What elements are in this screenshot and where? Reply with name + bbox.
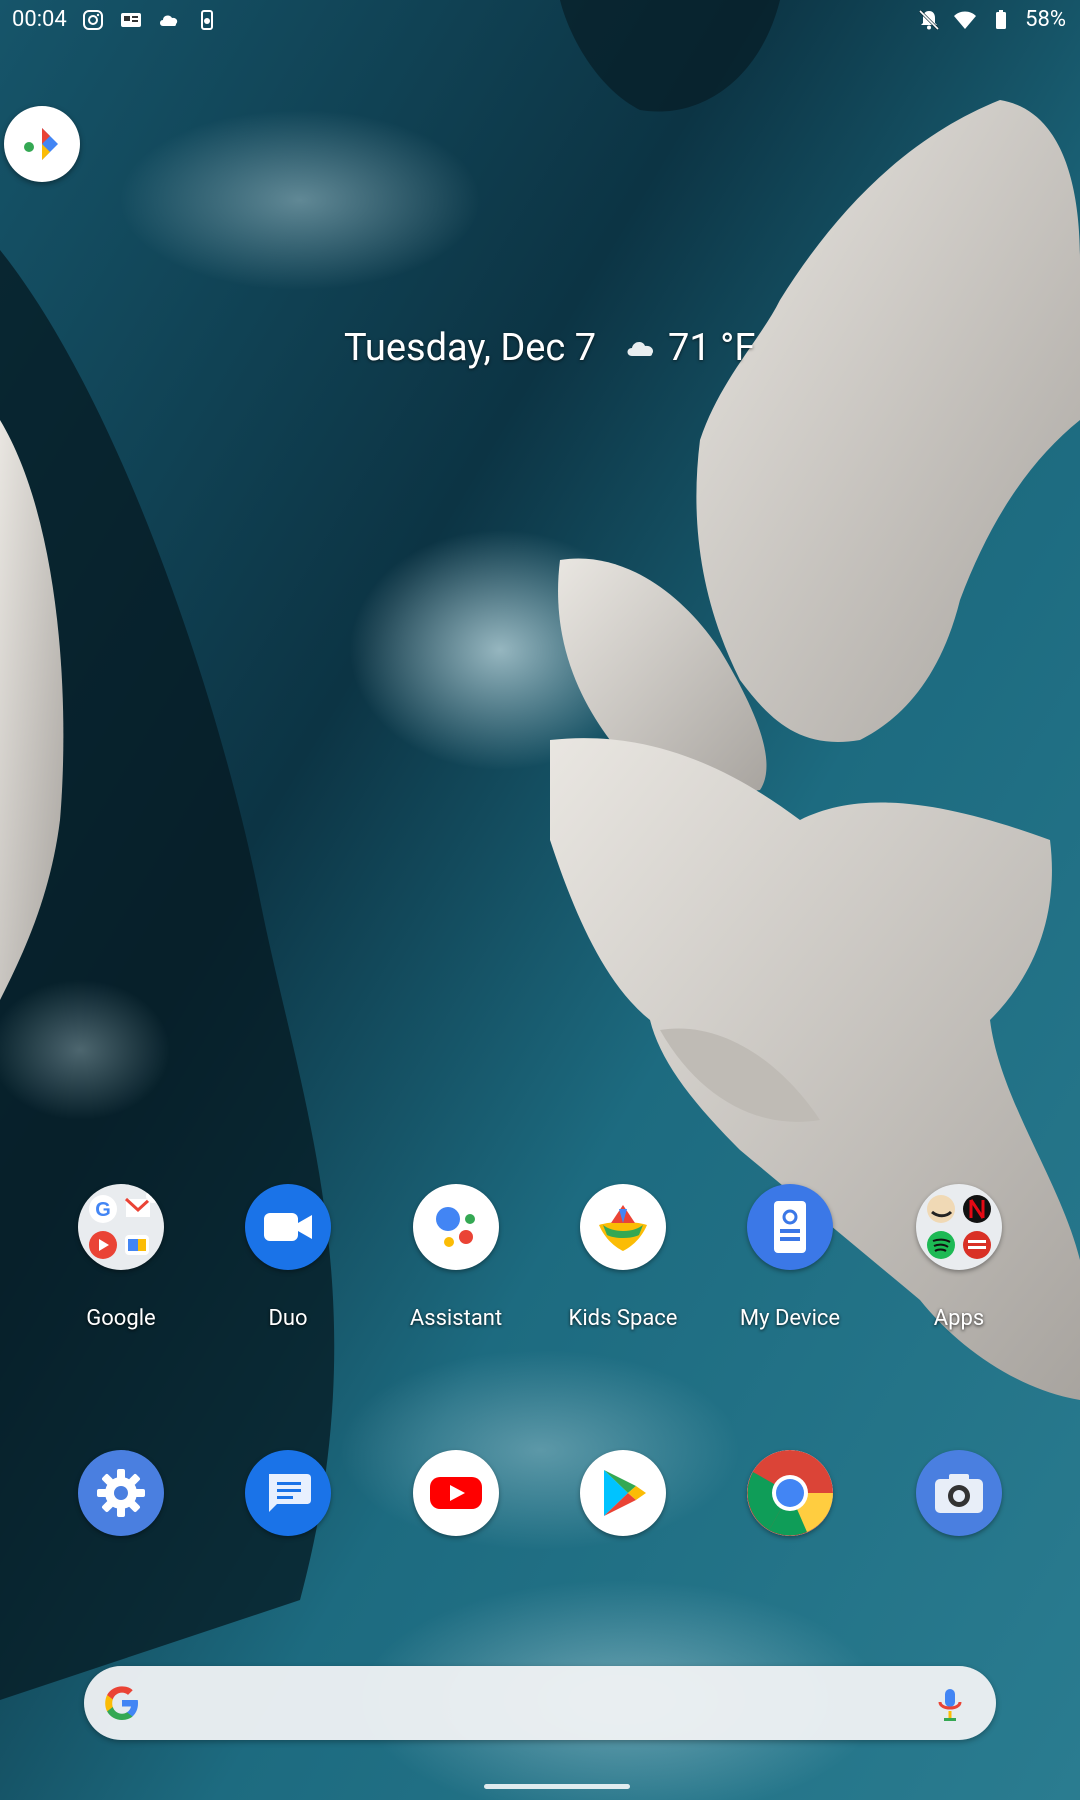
app-label: Apps <box>933 1306 985 1331</box>
dock-messages[interactable] <box>208 1450 368 1536</box>
app-label: My Device <box>739 1306 841 1331</box>
status-bar-right: 58% <box>917 6 1066 34</box>
dock-youtube[interactable] <box>376 1450 536 1536</box>
duo-icon <box>245 1184 331 1270</box>
gesture-nav-handle[interactable] <box>484 1784 630 1789</box>
instagram-icon <box>82 10 103 30</box>
battery-percent: 58% <box>1025 7 1066 32</box>
google-assistant-shortcut-icon <box>24 128 58 160</box>
app-kids-space[interactable]: Kids Space <box>543 1184 703 1331</box>
assistant-icon <box>413 1184 499 1270</box>
app-label: Assistant <box>409 1306 503 1331</box>
messages-icon <box>245 1450 331 1536</box>
dock-settings[interactable] <box>41 1450 201 1536</box>
app-assistant[interactable]: Assistant <box>376 1184 536 1331</box>
app-duo[interactable]: Duo <box>208 1184 368 1331</box>
apps-folder-icon <box>916 1184 1002 1270</box>
gauge-icon <box>200 10 213 30</box>
wifi-icon <box>954 11 977 29</box>
app-google-folder[interactable]: G Google <box>41 1184 201 1331</box>
app-label: Kids Space <box>568 1306 678 1331</box>
youtube-icon <box>413 1450 499 1536</box>
settings-icon <box>78 1450 164 1536</box>
battery-icon <box>996 10 1007 29</box>
google-g-icon[interactable] <box>102 1683 142 1723</box>
chrome-icon <box>747 1450 833 1536</box>
at-a-glance-widget[interactable]: Tuesday, Dec 7 71 °F <box>0 326 1080 376</box>
app-label: Duo <box>268 1306 308 1331</box>
cloud-icon <box>159 15 178 26</box>
glance-weather[interactable]: 71 °F <box>624 326 755 370</box>
dock-play-store[interactable] <box>543 1450 703 1536</box>
my-device-icon <box>747 1184 833 1270</box>
dock-chrome[interactable] <box>710 1450 870 1536</box>
cloudy-icon <box>627 342 654 356</box>
google-folder-icon: G <box>78 1184 164 1270</box>
kids-space-icon <box>580 1184 666 1270</box>
glance-temperature: 71 °F <box>668 326 756 370</box>
news-icon <box>120 13 141 27</box>
notifications-off-icon <box>919 9 940 31</box>
play-store-icon <box>580 1450 666 1536</box>
svg-text:G: G <box>95 1199 111 1221</box>
clock: 00:04 <box>12 7 67 32</box>
camera-icon <box>916 1450 1002 1536</box>
glance-date[interactable]: Tuesday, Dec 7 <box>344 326 596 370</box>
app-my-device[interactable]: My Device <box>710 1184 870 1331</box>
status-bar: 00:04 58% <box>0 0 1080 40</box>
status-bar-left: 00:04 <box>12 6 219 34</box>
app-label: Google <box>86 1306 156 1331</box>
dock-camera[interactable] <box>879 1450 1039 1536</box>
google-search-bar[interactable] <box>84 1666 996 1740</box>
mic-icon[interactable] <box>930 1684 970 1724</box>
google-assistant-shortcut[interactable] <box>4 106 80 182</box>
app-apps-folder[interactable]: Apps <box>879 1184 1039 1331</box>
